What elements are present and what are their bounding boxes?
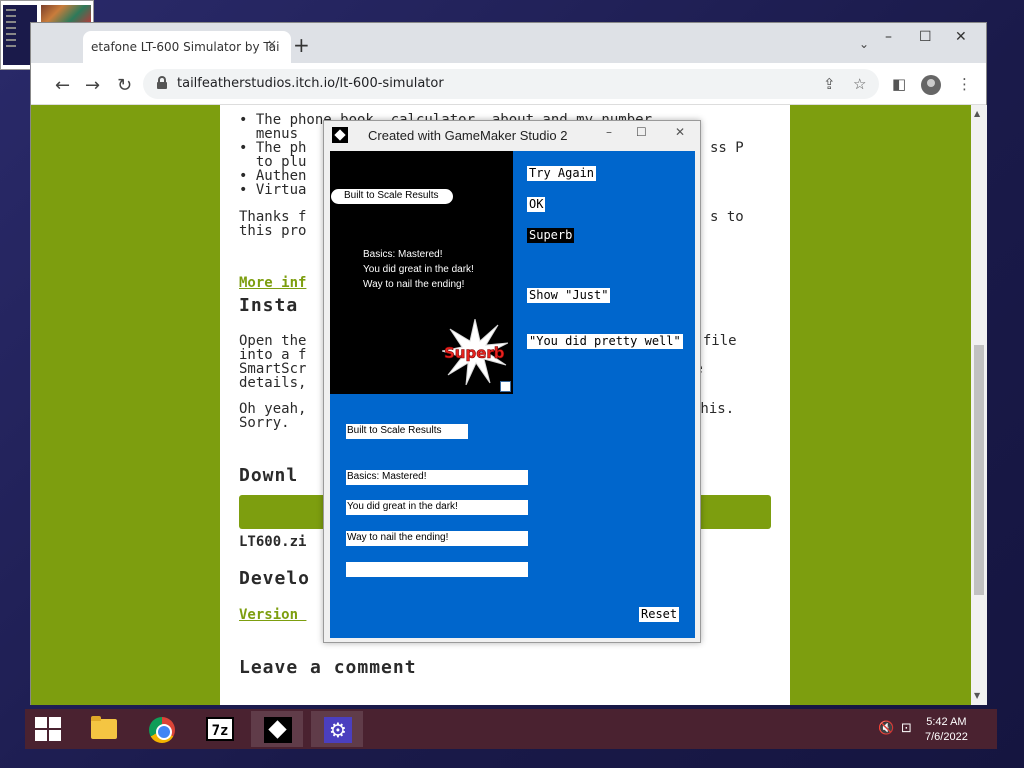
tab-search-icon[interactable]: ⌄ — [859, 37, 869, 51]
scroll-up-icon[interactable]: ▲ — [974, 109, 980, 118]
option-ok[interactable]: OK — [527, 197, 546, 212]
install-text: details, — [239, 375, 307, 391]
leave-comment-heading: Leave a comment — [239, 657, 417, 678]
menu-icon[interactable]: ⋮ — [957, 75, 972, 93]
bookmark-star-icon[interactable]: ☆ — [853, 75, 866, 93]
bullet-line: menus — [239, 126, 299, 142]
results-title-field[interactable]: Built to Scale Results — [346, 424, 468, 439]
results-line-field[interactable]: Way to nail the ending! — [346, 531, 528, 546]
back-icon[interactable]: ← — [55, 75, 70, 96]
option-superb[interactable]: Superb — [527, 228, 575, 243]
system-clock[interactable]: 5:42 AM 7/6/2022 — [925, 715, 968, 745]
development-heading: Develo — [239, 568, 311, 589]
results-line-field[interactable]: You did great in the dark! — [346, 500, 528, 515]
bullet-line: • The ph — [239, 140, 307, 156]
network-icon[interactable]: ⊡ — [901, 721, 912, 736]
tab-title: etafone LT-600 Simulator by Tai — [91, 40, 280, 54]
download-heading: Downl — [239, 465, 299, 486]
thanks-text: this pro — [239, 223, 307, 239]
side-panel-icon[interactable]: ◧ — [892, 75, 906, 93]
bullet-line: • Virtua — [239, 182, 307, 198]
preview-line: Basics: Mastered! — [363, 249, 443, 260]
gm-maximize-button[interactable]: ☐ — [636, 125, 647, 139]
sevenzip-icon: 7z — [206, 717, 234, 741]
taskbar-7zip[interactable]: 7z — [193, 711, 245, 747]
install-text: into a f — [239, 347, 307, 363]
start-button[interactable] — [35, 717, 61, 741]
gamemaker-icon — [264, 717, 292, 743]
clock-time: 5:42 AM — [926, 716, 967, 728]
option-show-just[interactable]: Show "Just" — [527, 288, 611, 303]
game-canvas[interactable]: Built to Scale Results Basics: Mastered!… — [330, 151, 695, 638]
results-preview: Built to Scale Results Basics: Mastered!… — [330, 151, 513, 394]
lock-icon — [157, 76, 167, 89]
volume-muted-icon[interactable]: 🔇 — [878, 721, 894, 736]
gm-close-button[interactable]: ✕ — [660, 121, 700, 143]
tab-close-icon[interactable]: × — [267, 37, 277, 51]
forward-icon[interactable]: → — [85, 75, 100, 96]
tab-active[interactable]: etafone LT-600 Simulator by Tai — [83, 31, 291, 63]
thanks-tail: s to — [710, 209, 744, 225]
page-scrollbar[interactable]: ▲ ▼ — [971, 105, 987, 705]
chrome-icon — [149, 717, 175, 743]
folder-icon — [91, 716, 117, 739]
gamemaker-logo-icon — [332, 127, 348, 143]
oh-yeah-text: Oh yeah, — [239, 401, 307, 417]
gamemaker-title: Created with GameMaker Studio 2 — [368, 128, 568, 143]
scroll-thumb[interactable] — [974, 345, 984, 595]
reset-button[interactable]: Reset — [639, 607, 680, 622]
address-bar[interactable]: tailfeatherstudios.itch.io/lt-600-simula… — [143, 69, 879, 99]
zip-filename: LT600.zi — [239, 534, 307, 550]
oh-yeah-text: Sorry. — [239, 415, 290, 431]
share-icon[interactable]: ⇪ — [823, 75, 836, 93]
browser-toolbar: ← → ↻ tailfeatherstudios.itch.io/lt-600-… — [31, 63, 986, 105]
close-button[interactable]: ✕ — [955, 29, 967, 45]
more-info-link[interactable]: More inf — [239, 276, 306, 290]
minimize-button[interactable]: – — [885, 29, 892, 45]
scroll-down-icon[interactable]: ▼ — [974, 691, 980, 700]
new-tab-button[interactable]: + — [293, 33, 310, 57]
superb-burst-icon: Superb — [442, 319, 508, 385]
results-line-field[interactable]: Basics: Mastered! — [346, 470, 528, 485]
option-did-pretty-well[interactable]: "You did pretty well" — [527, 334, 683, 349]
taskbar-gamemaker[interactable] — [251, 711, 303, 747]
taskbar-settings[interactable]: ⚙ — [311, 711, 363, 747]
profile-avatar[interactable] — [921, 75, 941, 95]
maximize-button[interactable]: ☐ — [919, 29, 932, 45]
option-try-again[interactable]: Try Again — [527, 166, 597, 181]
preview-line: You did great in the dark! — [363, 264, 474, 275]
bullet-line: to plu — [239, 154, 307, 170]
bullet-tail: ss P — [710, 140, 744, 156]
taskbar-file-explorer[interactable] — [77, 711, 129, 747]
results-line-field[interactable] — [346, 562, 528, 577]
gamemaker-window: Created with GameMaker Studio 2 – ☐ ✕ Bu… — [323, 120, 701, 643]
clock-date: 7/6/2022 — [925, 731, 968, 743]
superb-badge-text: Superb — [444, 344, 505, 362]
url-text: tailfeatherstudios.itch.io/lt-600-simula… — [177, 76, 444, 91]
gamemaker-titlebar[interactable]: Created with GameMaker Studio 2 – ☐ ✕ — [324, 121, 700, 149]
taskbar: 7z ⚙ 🔇 ⊡ 5:42 AM 7/6/2022 — [25, 709, 997, 749]
thanks-text: Thanks f — [239, 209, 307, 225]
version-link[interactable]: Version — [239, 608, 306, 622]
settings-gear-icon: ⚙ — [324, 717, 352, 743]
preview-line: Way to nail the ending! — [363, 279, 465, 290]
install-text: Open the — [239, 333, 307, 349]
taskbar-chrome[interactable] — [135, 711, 187, 747]
gm-minimize-button[interactable]: – — [606, 125, 612, 139]
tab-bar: etafone LT-600 Simulator by Tai × + ⌄ – … — [31, 23, 986, 63]
reload-icon[interactable]: ↻ — [117, 75, 132, 96]
preview-title-pill: Built to Scale Results — [331, 189, 453, 204]
install-text: SmartScr — [239, 361, 307, 377]
resize-handle[interactable] — [500, 381, 511, 392]
bullet-line: • Authen — [239, 168, 307, 184]
install-heading: Insta — [239, 295, 299, 316]
